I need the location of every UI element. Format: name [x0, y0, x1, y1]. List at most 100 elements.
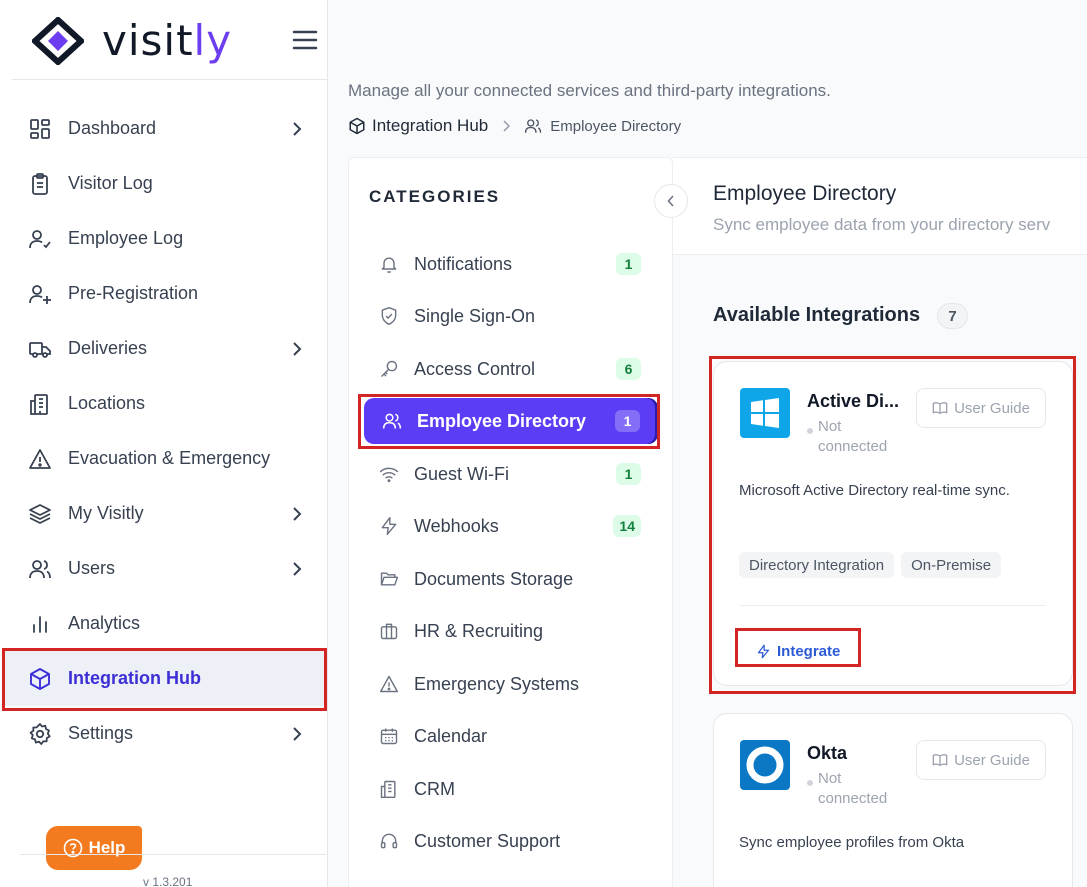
help-label: Help [88, 838, 126, 857]
sidebar-item-label: Evacuation & Emergency [68, 448, 271, 468]
clipboard-icon [28, 172, 52, 196]
sidebar-item-locations[interactable]: Locations [0, 376, 328, 431]
chevron-right-icon [290, 726, 304, 742]
sidebar-item-label: My Visitly [68, 503, 144, 523]
gear-icon [28, 722, 52, 746]
users-icon [28, 557, 52, 581]
category-guest-wifi[interactable]: Guest Wi-Fi 1 [361, 451, 659, 497]
book-icon [932, 400, 948, 416]
chevron-right-icon [502, 119, 512, 133]
user-guide-label: User Guide [954, 399, 1030, 417]
integration-name: Active Di... [807, 391, 900, 411]
sidebar-item-evacuation[interactable]: Evacuation & Emergency [0, 431, 328, 486]
sidebar-item-label: Users [68, 558, 116, 578]
warning-icon [379, 674, 399, 694]
category-access-control[interactable]: Access Control 6 [361, 346, 659, 392]
sidebar-item-label: Settings [68, 723, 134, 743]
bell-icon [379, 254, 399, 274]
category-label: Guest Wi-Fi [414, 463, 510, 484]
version-label: v 1.3.201 [143, 875, 193, 887]
sidebar-item-employee-log[interactable]: Employee Log [0, 211, 328, 266]
sidebar-item-label: Employee Log [68, 228, 184, 248]
tag: Directory Integration [739, 552, 895, 578]
sidebar-item-visitor-log[interactable]: Visitor Log [0, 156, 328, 211]
category-notifications[interactable]: Notifications 1 [361, 241, 659, 287]
divider [20, 854, 326, 855]
sidebar-item-label: Pre-Registration [68, 283, 199, 303]
category-label: Documents Storage [414, 568, 574, 589]
category-label: Webhooks [414, 515, 499, 536]
user-guide-button[interactable]: User Guide [916, 388, 1046, 428]
status-text: Not connected [818, 418, 888, 455]
integrate-label: Integrate [777, 642, 841, 660]
category-label: Emergency Systems [414, 673, 580, 694]
chevron-right-icon [290, 341, 304, 357]
sidebar-item-label: Locations [68, 393, 146, 413]
category-hr-recruiting[interactable]: HR & Recruiting [361, 608, 659, 654]
integration-description: Microsoft Active Directory real-time syn… [739, 482, 1010, 499]
category-label: CRM [414, 778, 455, 799]
user-plus-icon [28, 282, 52, 306]
category-count-badge: 1 [616, 463, 641, 485]
bar-chart-icon [28, 612, 52, 636]
briefcase-icon [379, 621, 399, 641]
chevron-right-icon [290, 561, 304, 577]
book-icon [932, 752, 948, 768]
sidebar-item-analytics[interactable]: Analytics [0, 596, 328, 651]
sidebar-item-my-visitly[interactable]: My Visitly [0, 486, 328, 541]
category-crm[interactable]: CRM [361, 766, 659, 812]
integrate-button[interactable]: Integrate [742, 637, 854, 665]
user-guide-button[interactable]: User Guide [916, 740, 1046, 780]
category-count-badge: 1 [615, 410, 640, 432]
category-documents-storage[interactable]: Documents Storage [361, 556, 659, 602]
breadcrumb-root-link[interactable]: Integration Hub [372, 116, 488, 136]
building-icon [28, 392, 52, 416]
key-icon [379, 359, 399, 379]
category-count-badge: 14 [613, 515, 641, 537]
sidebar-item-integration-hub[interactable]: Integration Hub [5, 651, 325, 706]
sidebar-item-label: Visitor Log [68, 173, 153, 193]
available-count-badge: 7 [937, 303, 968, 329]
integration-description: Sync employee profiles from Okta [739, 834, 965, 851]
category-employee-directory[interactable]: Employee Directory 1 [364, 398, 658, 444]
category-customer-support[interactable]: Customer Support [361, 818, 659, 864]
users-icon [382, 411, 402, 431]
sidebar-item-deliveries[interactable]: Deliveries [0, 321, 328, 376]
bolt-icon [379, 516, 399, 536]
sidebar-item-label: Deliveries [68, 338, 148, 358]
detail-header: Employee Directory Sync employee data fr… [673, 157, 1087, 255]
building-icon [379, 779, 399, 799]
category-count-badge: 6 [616, 358, 641, 380]
breadcrumb-current: Employee Directory [550, 117, 682, 135]
help-button[interactable]: Help [46, 826, 142, 870]
truck-icon [28, 337, 52, 361]
dashboard-icon [28, 117, 52, 141]
category-calendar[interactable]: Calendar [361, 713, 659, 759]
integration-tags: Directory Integration On-Premise [739, 552, 1002, 578]
chevron-right-icon [290, 121, 304, 137]
sidebar-item-label: Analytics [68, 613, 141, 633]
sidebar-item-settings[interactable]: Settings [0, 706, 328, 761]
warning-icon [28, 447, 52, 471]
integration-name: Okta [807, 743, 848, 763]
okta-logo-icon [740, 740, 790, 790]
status-dot [807, 428, 813, 434]
category-label: Employee Directory [417, 410, 587, 431]
logo-row: visitly [12, 2, 328, 80]
category-emergency-systems[interactable]: Emergency Systems [361, 661, 659, 707]
folder-open-icon [379, 569, 399, 589]
category-single-sign-on[interactable]: Single Sign-On [361, 293, 659, 339]
windows-logo-icon [740, 388, 790, 438]
breadcrumb: Integration Hub Employee Directory [348, 115, 681, 137]
cube-icon [28, 667, 52, 691]
category-label: Calendar [414, 725, 488, 746]
divider [739, 605, 1046, 606]
collapse-panel-button[interactable] [654, 184, 688, 218]
category-webhooks[interactable]: Webhooks 14 [361, 503, 659, 549]
sidebar-item-users[interactable]: Users [0, 541, 328, 596]
sidebar-item-dashboard[interactable]: Dashboard [0, 101, 328, 156]
sidebar-item-pre-registration[interactable]: Pre-Registration [0, 266, 328, 321]
menu-toggle-icon[interactable] [292, 29, 318, 51]
chevron-right-icon [290, 506, 304, 522]
available-integrations-title: Available Integrations [713, 304, 921, 326]
